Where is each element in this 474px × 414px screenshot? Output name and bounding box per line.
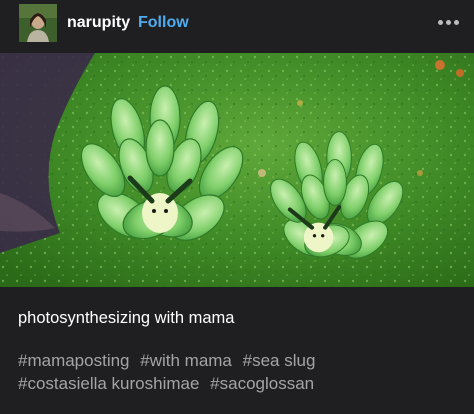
tag-link[interactable]: #mamaposting: [18, 351, 130, 370]
more-dot: [437, 19, 443, 25]
more-dot: [445, 19, 451, 25]
tag-link[interactable]: #sacoglossan: [210, 374, 314, 393]
avatar[interactable]: [19, 4, 57, 42]
more-options-icon[interactable]: [434, 10, 462, 34]
post-tags: #mamaposting #with mama #sea slug #costa…: [18, 349, 458, 395]
follow-button[interactable]: Follow: [138, 14, 189, 32]
post-caption: photosynthesizing with mama: [18, 309, 235, 327]
more-dot: [453, 19, 459, 25]
post-photo[interactable]: [0, 53, 474, 287]
tag-link[interactable]: #with mama: [140, 351, 232, 370]
post-header: narupity Follow: [0, 0, 474, 52]
username[interactable]: narupity: [67, 14, 130, 32]
tag-link[interactable]: #sea slug: [243, 351, 316, 370]
tag-link[interactable]: #costasiella kuroshimae: [18, 374, 199, 393]
